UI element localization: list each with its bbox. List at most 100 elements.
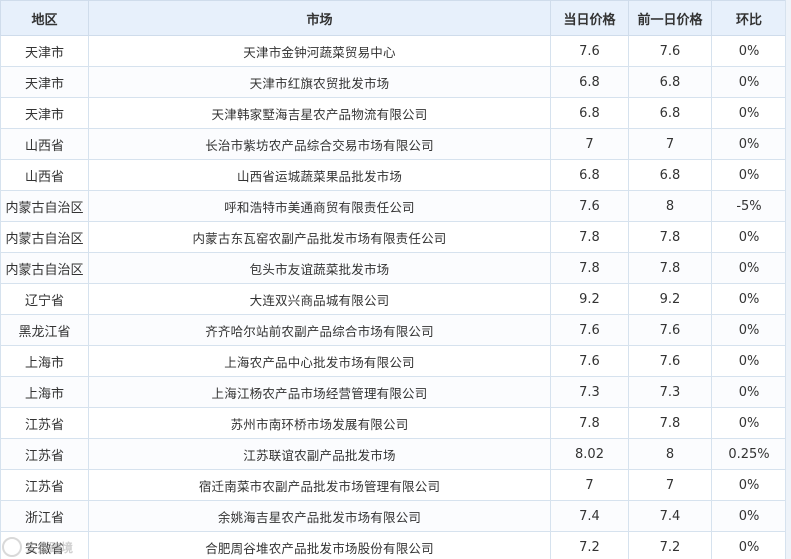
cell-region: 内蒙古自治区	[0, 190, 89, 222]
cell-region: 天津市	[0, 35, 89, 67]
cell-region: 浙江省	[0, 500, 89, 532]
table-body: 天津市 天津市金钟河蔬菜贸易中心 7.6 7.6 0% 天津市 天津市红旗农贸批发市场 6.8…	[0, 35, 786, 559]
cell-prev-price: 7	[628, 469, 712, 501]
cell-today-price: 9.2	[550, 283, 629, 315]
cell-change: -5%	[711, 190, 786, 222]
price-table-container: 地区 市场 当日价格 前一日价格 环比 天津市 天津市金钟河蔬菜贸易中心 7.6 7.…	[0, 0, 786, 559]
cell-region: 江苏省	[0, 438, 89, 470]
cell-region: 山西省	[0, 128, 89, 160]
table-row: 内蒙古自治区 包头市友谊蔬菜批发市场 7.8 7.8 0%	[0, 252, 786, 284]
cell-prev-price: 7.2	[628, 531, 712, 559]
table-row: 天津市 天津市红旗农贸批发市场 6.8 6.8 0%	[0, 66, 786, 98]
cell-today-price: 7.8	[550, 407, 629, 439]
cell-today-price: 7.2	[550, 531, 629, 559]
cell-prev-price: 7.8	[628, 221, 712, 253]
cell-market: 宿迁南菜市农副产品批发市场管理有限公司	[88, 469, 551, 501]
cell-market: 长治市紫坊农产品综合交易市场有限公司	[88, 128, 551, 160]
cell-prev-price: 7.8	[628, 407, 712, 439]
cell-market: 齐齐哈尔站前农副产品综合市场有限公司	[88, 314, 551, 346]
cell-prev-price: 7.8	[628, 252, 712, 284]
cell-change: 0%	[711, 531, 786, 559]
cell-change: 0%	[711, 221, 786, 253]
cell-change: 0%	[711, 66, 786, 98]
scrollbar-track[interactable]	[785, 0, 791, 559]
table-row: 安徽省 合肥周谷堆农产品批发市场股份有限公司 7.2 7.2 0%	[0, 531, 786, 559]
cell-region: 天津市	[0, 66, 89, 98]
header-region[interactable]: 地区	[0, 0, 89, 36]
cell-market: 山西省运城蔬菜果品批发市场	[88, 159, 551, 191]
table-row: 辽宁省 大连双兴商品城有限公司 9.2 9.2 0%	[0, 283, 786, 315]
cell-region: 上海市	[0, 345, 89, 377]
cell-change: 0%	[711, 252, 786, 284]
cell-today-price: 7.6	[550, 314, 629, 346]
cell-market: 上海农产品中心批发市场有限公司	[88, 345, 551, 377]
table-row: 天津市 天津韩家墅海吉星农产品物流有限公司 6.8 6.8 0%	[0, 97, 786, 129]
cell-change: 0%	[711, 159, 786, 191]
cell-market: 天津市红旗农贸批发市场	[88, 66, 551, 98]
cell-region: 辽宁省	[0, 283, 89, 315]
cell-prev-price: 7.4	[628, 500, 712, 532]
cell-change: 0%	[711, 314, 786, 346]
table-row: 江苏省 江苏联谊农副产品批发市场 8.02 8 0.25%	[0, 438, 786, 470]
cell-prev-price: 7.6	[628, 35, 712, 67]
cell-today-price: 7	[550, 128, 629, 160]
table-row: 天津市 天津市金钟河蔬菜贸易中心 7.6 7.6 0%	[0, 35, 786, 67]
cell-today-price: 6.8	[550, 159, 629, 191]
cell-change: 0%	[711, 376, 786, 408]
cell-prev-price: 6.8	[628, 97, 712, 129]
table-row: 内蒙古自治区 内蒙古东瓦窑农副产品批发市场有限责任公司 7.8 7.8 0%	[0, 221, 786, 253]
cell-today-price: 6.8	[550, 66, 629, 98]
cell-market: 包头市友谊蔬菜批发市场	[88, 252, 551, 284]
header-market[interactable]: 市场	[88, 0, 551, 36]
header-change[interactable]: 环比	[711, 0, 786, 36]
cell-today-price: 7.8	[550, 252, 629, 284]
cell-change: 0%	[711, 97, 786, 129]
cell-change: 0%	[711, 500, 786, 532]
table-row: 黑龙江省 齐齐哈尔站前农副产品综合市场有限公司 7.6 7.6 0%	[0, 314, 786, 346]
cell-prev-price: 7.6	[628, 345, 712, 377]
cell-today-price: 6.8	[550, 97, 629, 129]
cell-prev-price: 8	[628, 438, 712, 470]
cell-market: 余姚海吉星农产品批发市场有限公司	[88, 500, 551, 532]
cell-prev-price: 7.3	[628, 376, 712, 408]
cell-today-price: 7.8	[550, 221, 629, 253]
header-today-price[interactable]: 当日价格	[550, 0, 629, 36]
cell-region: 上海市	[0, 376, 89, 408]
table-row: 内蒙古自治区 呼和浩特市美通商贸有限责任公司 7.6 8 -5%	[0, 190, 786, 222]
cell-prev-price: 8	[628, 190, 712, 222]
table-row: 江苏省 苏州市南环桥市场发展有限公司 7.8 7.8 0%	[0, 407, 786, 439]
cell-today-price: 7.6	[550, 345, 629, 377]
cell-change: 0%	[711, 128, 786, 160]
cell-today-price: 7	[550, 469, 629, 501]
header-row: 地区 市场 当日价格 前一日价格 环比	[0, 0, 786, 36]
table-row: 上海市 上海江杨农产品市场经营管理有限公司 7.3 7.3 0%	[0, 376, 786, 408]
cell-market: 天津市金钟河蔬菜贸易中心	[88, 35, 551, 67]
cell-region: 内蒙古自治区	[0, 221, 89, 253]
cell-region: 黑龙江省	[0, 314, 89, 346]
price-table: 地区 市场 当日价格 前一日价格 环比 天津市 天津市金钟河蔬菜贸易中心 7.6 7.…	[0, 0, 786, 559]
cell-market: 合肥周谷堆农产品批发市场股份有限公司	[88, 531, 551, 559]
cell-region: 江苏省	[0, 407, 89, 439]
cell-change: 0.25%	[711, 438, 786, 470]
cell-today-price: 8.02	[550, 438, 629, 470]
cell-change: 0%	[711, 345, 786, 377]
table-row: 江苏省 宿迁南菜市农副产品批发市场管理有限公司 7 7 0%	[0, 469, 786, 501]
cell-region: 江苏省	[0, 469, 89, 501]
cell-prev-price: 7.6	[628, 314, 712, 346]
cell-region: 山西省	[0, 159, 89, 191]
header-prev-price[interactable]: 前一日价格	[628, 0, 712, 36]
cell-prev-price: 9.2	[628, 283, 712, 315]
cell-market: 大连双兴商品城有限公司	[88, 283, 551, 315]
cell-change: 0%	[711, 35, 786, 67]
cell-market: 江苏联谊农副产品批发市场	[88, 438, 551, 470]
cell-market: 内蒙古东瓦窑农副产品批发市场有限责任公司	[88, 221, 551, 253]
cell-region: 天津市	[0, 97, 89, 129]
cell-change: 0%	[711, 407, 786, 439]
cell-prev-price: 6.8	[628, 159, 712, 191]
cell-prev-price: 7	[628, 128, 712, 160]
cell-market: 上海江杨农产品市场经营管理有限公司	[88, 376, 551, 408]
cell-market: 天津韩家墅海吉星农产品物流有限公司	[88, 97, 551, 129]
cell-market: 呼和浩特市美通商贸有限责任公司	[88, 190, 551, 222]
cell-region: 内蒙古自治区	[0, 252, 89, 284]
cell-today-price: 7.6	[550, 190, 629, 222]
